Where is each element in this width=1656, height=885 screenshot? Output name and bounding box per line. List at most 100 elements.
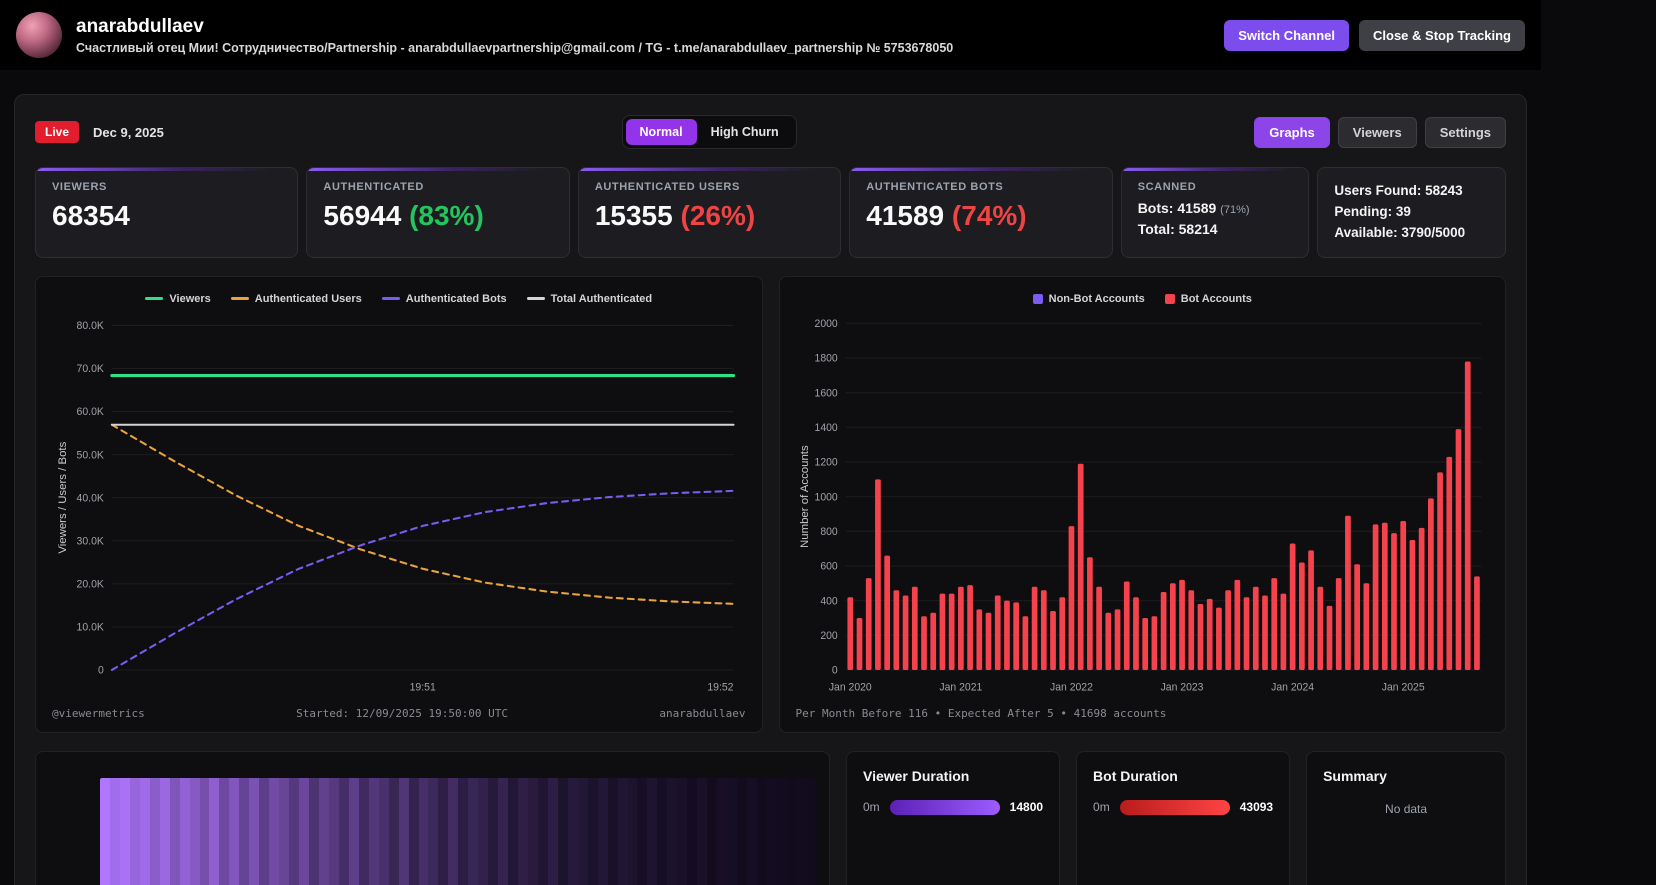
viewer-duration-min: 0m [863, 800, 880, 815]
stat-value: 68354 [52, 200, 130, 231]
svg-text:Viewers / Users / Bots: Viewers / Users / Bots [57, 441, 69, 553]
stat-card-viewers: VIEWERS 68354 [35, 167, 299, 258]
heatmap-band [209, 777, 220, 885]
tab-viewers[interactable]: Viewers [1337, 116, 1417, 148]
stats-row: VIEWERS 68354 AUTHENTICATED 56944 (83%) … [35, 167, 1506, 258]
svg-text:Jan 2022: Jan 2022 [1050, 681, 1093, 693]
channel-subtitle: Счастливый отец Мии! Сотрудничество/Part… [76, 40, 954, 55]
svg-text:40.0K: 40.0K [77, 492, 104, 504]
svg-text:20.0K: 20.0K [77, 578, 104, 590]
heatmap-band [737, 777, 747, 885]
heatmap-band [219, 777, 230, 885]
activity-heatmap [100, 777, 817, 885]
svg-text:1400: 1400 [814, 422, 837, 434]
channel-header: anarabdullaev Счастливый отец Мии! Сотру… [0, 0, 1541, 70]
heatmap-band [527, 777, 538, 885]
viewer-duration-bar [889, 799, 1000, 815]
heatmap-band [776, 777, 787, 885]
heatmap-band [498, 777, 509, 885]
heatmap-band [796, 777, 807, 885]
legend-label: Non-Bot Accounts [1048, 292, 1145, 305]
heatmap-band [438, 777, 449, 885]
heatmap-band [647, 777, 658, 885]
mode-high-churn-button[interactable]: High Churn [697, 119, 793, 145]
channel-label: anarabdullaev [659, 706, 746, 720]
stat-number: 56944 [323, 200, 402, 231]
heatmap-band [398, 777, 409, 885]
heatmap-band [149, 777, 160, 885]
legend-item: Bot Accounts [1164, 293, 1252, 305]
svg-text:Jan 2025: Jan 2025 [1381, 681, 1424, 693]
heatmap-band [458, 777, 469, 885]
svg-text:1800: 1800 [814, 352, 837, 364]
heatmap-band [189, 777, 200, 885]
heatmap-band [269, 777, 280, 885]
heatmap-band [567, 777, 578, 885]
tab-settings[interactable]: Settings [1424, 116, 1506, 148]
heatmap-band [667, 777, 678, 885]
legend-item: Non-Bot Accounts [1032, 292, 1145, 305]
heatmap-band [468, 777, 479, 885]
legend-label: Authenticated Users [254, 292, 362, 305]
summary-title: Summary [1323, 767, 1387, 784]
heatmap-band [129, 777, 140, 885]
close-stop-tracking-button[interactable]: Close & Stop Tracking [1359, 19, 1525, 51]
legend-label: Authenticated Bots [405, 292, 507, 305]
svg-text:600: 600 [820, 560, 837, 572]
heatmap-band [697, 777, 708, 885]
heatmap-band [109, 777, 120, 885]
bot-duration-min: 0m [1093, 800, 1110, 815]
viewer-line-chart-panel: Viewers Authenticated Users Authenticated … [35, 275, 763, 733]
main-panel: Live Dec 9, 2025 Normal High Churn Graph… [14, 94, 1527, 885]
svg-text:19:52: 19:52 [707, 681, 733, 693]
heatmap-band [746, 777, 757, 885]
heatmap-band [717, 777, 728, 885]
stat-card-authenticated: AUTHENTICATED 56944 (83%) [306, 167, 570, 258]
heatmap-band [169, 777, 180, 885]
svg-text:60.0K: 60.0K [77, 406, 104, 418]
svg-text:Number of Accounts: Number of Accounts [799, 445, 811, 548]
stat-value: 56944 (83%) [323, 200, 552, 232]
switch-channel-button[interactable]: Switch Channel [1224, 19, 1350, 51]
heatmap-band [687, 777, 698, 885]
stat-value: 15355 (26%) [595, 200, 824, 232]
started-label: Started: 12/09/2025 19:50:00 UTC [296, 706, 509, 720]
heatmap-band [617, 777, 628, 885]
mode-normal-button[interactable]: Normal [625, 119, 697, 145]
channel-name: anarabdullaev [76, 15, 204, 37]
summary-empty-state: No data [1385, 801, 1428, 816]
stat-number: 41589 [866, 200, 945, 231]
stat-label: AUTHENTICATED USERS [594, 181, 740, 193]
heatmap-band [159, 777, 170, 885]
heatmap-band [239, 777, 250, 885]
heatmap-band [279, 777, 290, 885]
legend-swatch [1164, 293, 1175, 304]
heatmap-band [488, 777, 499, 885]
scanned-total-line: Total: 58214 [1137, 221, 1218, 237]
heatmap-band [348, 777, 359, 885]
viewer-duration-value: 14800 [1009, 800, 1044, 815]
svg-text:2000: 2000 [814, 318, 837, 330]
account-age-bar-chart: 0 200 400 600 800 1000 1200 1400 1600 1800 2000 Jan… [799, 318, 1482, 694]
heatmap-band [637, 777, 648, 885]
heatmap-band [428, 777, 439, 885]
bot-duration-bar [1119, 799, 1230, 815]
line-chart-footer: @viewermetrics Started: 12/09/2025 19:50… [52, 699, 746, 720]
legend-swatch [381, 297, 400, 301]
heatmap-band [299, 777, 310, 885]
heatmap-band [756, 777, 767, 885]
users-found-line: Users Found: 58243 [1334, 183, 1463, 198]
tab-graphs[interactable]: Graphs [1254, 116, 1330, 148]
bar-chart-legend: Non-Bot Accounts Bot Accounts [796, 289, 1490, 313]
svg-text:10.0K: 10.0K [77, 621, 104, 633]
available-line: Available: 3790/5000 [1334, 224, 1466, 240]
svg-text:Jan 2021: Jan 2021 [939, 681, 982, 693]
heatmap-band [478, 777, 489, 885]
summary-card: Summary No data [1306, 750, 1506, 885]
heatmap-band [657, 777, 668, 885]
bot-duration-value: 43093 [1239, 800, 1274, 815]
svg-text:19:51: 19:51 [410, 681, 436, 693]
viewer-duration-card: Viewer Duration 0m 14800 [846, 750, 1061, 885]
mode-toggle: Normal High Churn [621, 115, 797, 149]
app: anarabdullaev Счастливый отец Мии! Сотру… [0, 0, 1541, 885]
